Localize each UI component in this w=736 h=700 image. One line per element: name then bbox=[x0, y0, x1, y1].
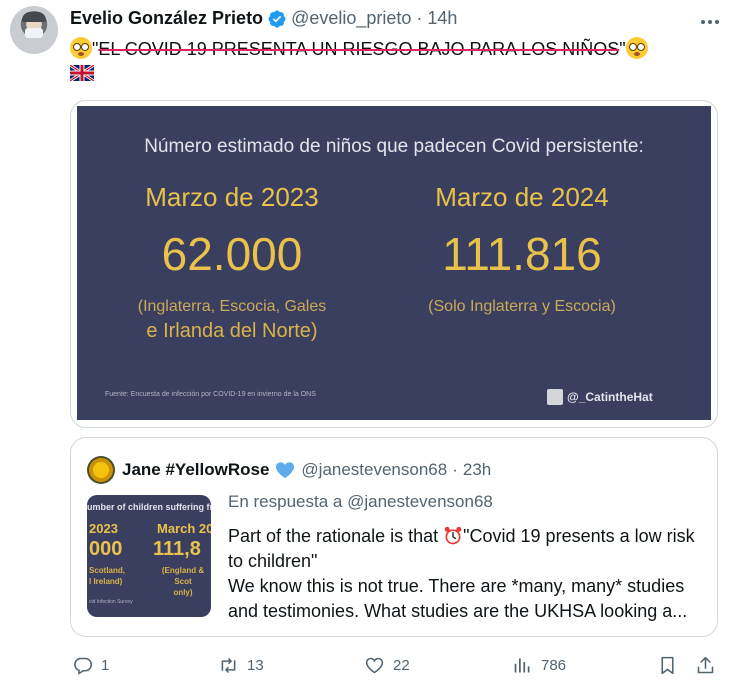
quoted-media-thumbnail: umber of children suffering from Lo 2023… bbox=[87, 495, 211, 617]
slide-column-2023: Marzo de 2023 62.000 (Inglaterra, Escoci… bbox=[107, 182, 357, 344]
views-icon bbox=[514, 658, 530, 673]
struck-claim-text: EL COVID 19 PRESENTA UN RIESGO BAJO PARA… bbox=[98, 39, 620, 59]
cat-logo-icon bbox=[547, 389, 563, 405]
quoted-tweet[interactable]: Jane #YellowRose @janestevenson68 · 23h … bbox=[70, 437, 718, 637]
blue-heart-emoji bbox=[276, 462, 295, 479]
separator-dot: · bbox=[416, 8, 423, 28]
quote-close-mark: " bbox=[619, 39, 626, 59]
tweet-time[interactable]: 14h bbox=[427, 8, 457, 29]
alarm-clock-emoji bbox=[444, 526, 462, 545]
views-button[interactable]: 786 bbox=[512, 655, 566, 676]
quoted-text-part-3: We know this is not true. There are *man… bbox=[228, 576, 688, 621]
thumb-title: umber of children suffering from Lo bbox=[87, 502, 211, 512]
bookmark-icon bbox=[661, 656, 674, 675]
view-count: 786 bbox=[541, 657, 567, 674]
flushed-face-emoji bbox=[625, 37, 648, 59]
slide-source: Fuente: Encuesta de infección por COVID-… bbox=[105, 391, 316, 398]
thumb-sub-2b: only) bbox=[173, 588, 193, 597]
tweet-media-image[interactable]: Número estimado de niños que padecen Cov… bbox=[70, 100, 718, 428]
slide-value-2023: 62.000 bbox=[161, 228, 303, 280]
more-icon[interactable] bbox=[698, 12, 722, 32]
tweet-action-bar: 1 13 22 786 bbox=[0, 655, 736, 679]
quoted-tweet-header: Jane #YellowRose @janestevenson68 · 23h bbox=[87, 456, 491, 484]
thumb-sub-2a: (England & Scot bbox=[161, 566, 205, 586]
slide-label-2024: Marzo de 2024 bbox=[435, 182, 609, 212]
thumb-year-1: 2023 bbox=[89, 521, 118, 536]
slide-note-2023-a: (Inglaterra, Escocia, Gales bbox=[137, 298, 327, 315]
slide-credit: @_CatintheHat bbox=[547, 389, 653, 405]
quoted-text-part-1: Part of the rationale is that bbox=[228, 526, 444, 546]
quoted-author-handle: @janestevenson68 bbox=[301, 460, 448, 479]
bookmark-button[interactable] bbox=[657, 655, 678, 676]
thumb-sub-1b: l Ireland) bbox=[89, 577, 123, 586]
slide-label-2023: Marzo de 2023 bbox=[145, 182, 319, 212]
tweet-text: "EL COVID 19 PRESENTA UN RIESGO BAJO PAR… bbox=[70, 37, 720, 81]
uk-flag-emoji bbox=[70, 65, 94, 81]
thumb-sub-1a: Scotland, bbox=[89, 566, 126, 575]
separator-dot: · bbox=[452, 460, 458, 479]
reply-count: 1 bbox=[101, 657, 110, 674]
thumb-sub-1: Scotland, l Ireland) bbox=[89, 565, 125, 587]
thumb-value-2: 111,8 bbox=[153, 538, 201, 560]
quoted-author-avatar bbox=[87, 456, 115, 484]
like-icon bbox=[365, 657, 384, 674]
quoted-tweet-text: Part of the rationale is that "Covid 19 … bbox=[228, 524, 708, 624]
like-button[interactable]: 22 bbox=[364, 655, 410, 676]
verified-badge-icon bbox=[268, 9, 286, 28]
slide-note-2024: (Solo Inglaterra y Escocia) bbox=[428, 298, 616, 315]
quoted-reply-context: En respuesta a @janestevenson68 bbox=[228, 492, 493, 511]
slide-column-2024: Marzo de 2024 111.816 (Solo Inglaterra y… bbox=[397, 182, 647, 318]
retweet-count: 13 bbox=[247, 657, 264, 674]
author-name[interactable]: Evelio González Prieto bbox=[70, 8, 263, 29]
avatar-mask bbox=[25, 28, 43, 38]
retweet-icon bbox=[221, 657, 236, 674]
thumb-source: vid Infection Survey bbox=[89, 599, 133, 605]
share-icon bbox=[697, 656, 714, 674]
thumb-year-2: March 20 bbox=[157, 521, 211, 536]
quoted-author-name: Jane #YellowRose bbox=[122, 460, 270, 479]
author-handle[interactable]: @evelio_prieto bbox=[291, 8, 411, 29]
flushed-face-emoji bbox=[70, 37, 92, 59]
avatar-cap bbox=[22, 12, 46, 22]
slide-value-2024: 111.816 bbox=[442, 228, 602, 280]
slide-credit-text: @_CatintheHat bbox=[567, 390, 653, 404]
author-avatar[interactable] bbox=[10, 6, 58, 54]
tweet-header: Evelio González Prieto @evelio_prieto · … bbox=[70, 8, 457, 29]
reply-icon bbox=[74, 657, 93, 675]
retweet-button[interactable]: 13 bbox=[218, 655, 264, 676]
share-button[interactable] bbox=[695, 655, 716, 676]
infographic-slide: Número estimado de niños que padecen Cov… bbox=[77, 106, 711, 420]
quoted-tweet-time: 23h bbox=[462, 460, 492, 479]
thumb-sub-2: (England & Scot only) bbox=[153, 565, 211, 598]
like-count: 22 bbox=[393, 657, 410, 674]
slide-title: Número estimado de niños que padecen Cov… bbox=[144, 136, 644, 157]
reply-button[interactable]: 1 bbox=[72, 655, 109, 676]
slide-note-2023-b: e Irlanda del Norte) bbox=[146, 320, 318, 342]
thumb-value-1: 000 bbox=[89, 538, 123, 560]
